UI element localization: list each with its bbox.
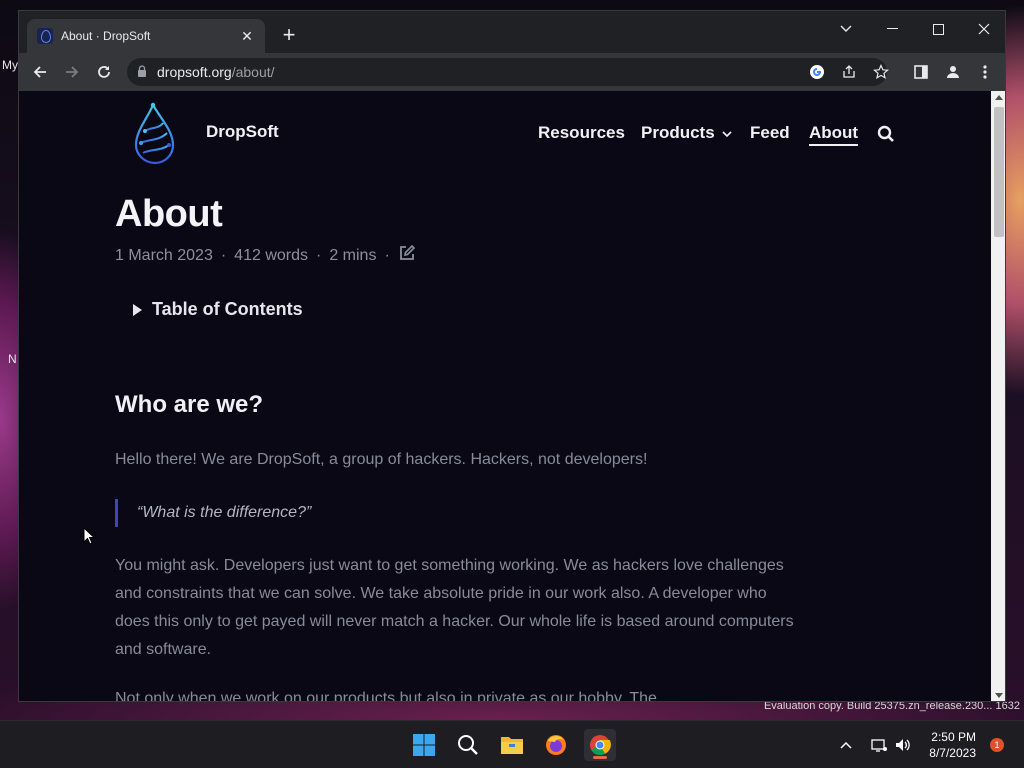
meta-separator: ·	[220, 246, 227, 264]
google-lens-icon[interactable]	[804, 59, 830, 85]
article-date: 1 March 2023	[115, 246, 213, 264]
system-clock[interactable]: 2:50 PM 8/7/2023	[929, 729, 976, 761]
desktop-icon-label[interactable]: N	[8, 352, 17, 366]
body-paragraph: You might ask. Developers just want to g…	[115, 557, 794, 658]
tab-about[interactable]: About · DropSoft ✕	[27, 19, 265, 53]
forward-button[interactable]	[59, 59, 85, 85]
maximize-button[interactable]	[915, 15, 961, 43]
page-title: About	[115, 193, 223, 235]
nav-resources[interactable]: Resources	[538, 123, 625, 143]
intro-paragraph: Hello there! We are DropSoft, a group of…	[115, 451, 648, 468]
article-reading-time: 2 mins	[329, 246, 377, 264]
page-scrollbar[interactable]	[991, 91, 1005, 701]
table-of-contents-toggle[interactable]: Table of Contents	[133, 299, 303, 320]
network-icon[interactable]	[871, 721, 887, 768]
blockquote: “What is the difference?”	[115, 499, 311, 527]
meta-separator: ·	[316, 246, 322, 264]
clock-date: 8/7/2023	[929, 746, 976, 760]
url-path: /about/	[231, 64, 275, 80]
tab-strip: About · DropSoft ✕ +	[19, 11, 1005, 53]
notification-badge[interactable]: 1	[990, 738, 1004, 752]
menu-dots-icon[interactable]	[972, 59, 998, 85]
lock-icon[interactable]	[137, 64, 147, 80]
body-paragraph-cut: Not only when we work on our products bu…	[115, 690, 657, 702]
url-domain: dropsoft.org	[157, 64, 232, 80]
site-brand-link[interactable]: DropSoft	[206, 122, 279, 142]
nav-about[interactable]: About	[809, 123, 859, 146]
toc-label: Table of Contents	[152, 299, 303, 319]
address-bar[interactable]: dropsoft.org/about/	[127, 58, 887, 86]
active-app-indicator	[593, 756, 607, 759]
new-tab-button[interactable]: +	[277, 23, 301, 47]
scroll-up-arrow-icon[interactable]	[995, 95, 1003, 100]
scrollbar-thumb[interactable]	[994, 107, 1004, 237]
share-icon[interactable]	[836, 59, 862, 85]
dropsoft-logo-icon[interactable]	[131, 101, 179, 165]
nav-feed[interactable]: Feed	[750, 123, 790, 143]
back-button[interactable]	[27, 59, 53, 85]
nav-products-label: Products	[641, 123, 715, 142]
disclosure-triangle-icon	[133, 303, 142, 316]
minimize-button[interactable]	[869, 15, 915, 43]
tray-overflow-chevron-icon[interactable]	[840, 721, 852, 768]
profile-icon[interactable]	[940, 59, 966, 85]
browser-toolbar: dropsoft.org/about/	[19, 53, 1005, 91]
browser-window: About · DropSoft ✕ + dropsoft.org /about…	[18, 10, 1006, 702]
taskbar: 2:50 PM 8/7/2023 1	[0, 720, 1024, 768]
mouse-cursor-icon	[83, 527, 95, 545]
article-meta: 1 March 2023 · 412 words · 2 mins ·	[115, 244, 416, 267]
desktop-icon-label[interactable]: My	[2, 58, 18, 72]
clock-time: 2:50 PM	[931, 730, 976, 744]
scroll-down-arrow-icon[interactable]	[995, 693, 1003, 698]
tab-close-icon[interactable]: ✕	[239, 28, 255, 45]
chevron-down-icon	[722, 131, 732, 138]
dropsoft-favicon-icon	[37, 28, 53, 44]
site-header: DropSoft Resources Products Feed About	[19, 91, 991, 181]
chrome-icon[interactable]	[584, 729, 616, 761]
start-windows-icon[interactable]	[408, 729, 440, 761]
side-panel-icon[interactable]	[908, 59, 934, 85]
section-heading: Who are we?	[115, 391, 264, 418]
search-icon[interactable]	[877, 125, 895, 148]
page-viewport: DropSoft Resources Products Feed About A…	[19, 91, 991, 702]
tab-search-chevron-icon[interactable]	[823, 15, 869, 43]
article-word-count: 412 words	[234, 246, 308, 264]
taskbar-search-icon[interactable]	[452, 729, 484, 761]
meta-separator: ·	[384, 246, 390, 264]
tab-title: About · DropSoft	[61, 29, 151, 43]
file-explorer-icon[interactable]	[496, 729, 528, 761]
volume-icon[interactable]	[894, 721, 912, 768]
bookmark-star-icon[interactable]	[868, 59, 894, 85]
close-window-button[interactable]	[961, 15, 1005, 43]
edit-icon[interactable]	[398, 244, 416, 267]
nav-products[interactable]: Products	[641, 123, 732, 143]
firefox-icon[interactable]	[540, 729, 572, 761]
reload-button[interactable]	[91, 59, 117, 85]
